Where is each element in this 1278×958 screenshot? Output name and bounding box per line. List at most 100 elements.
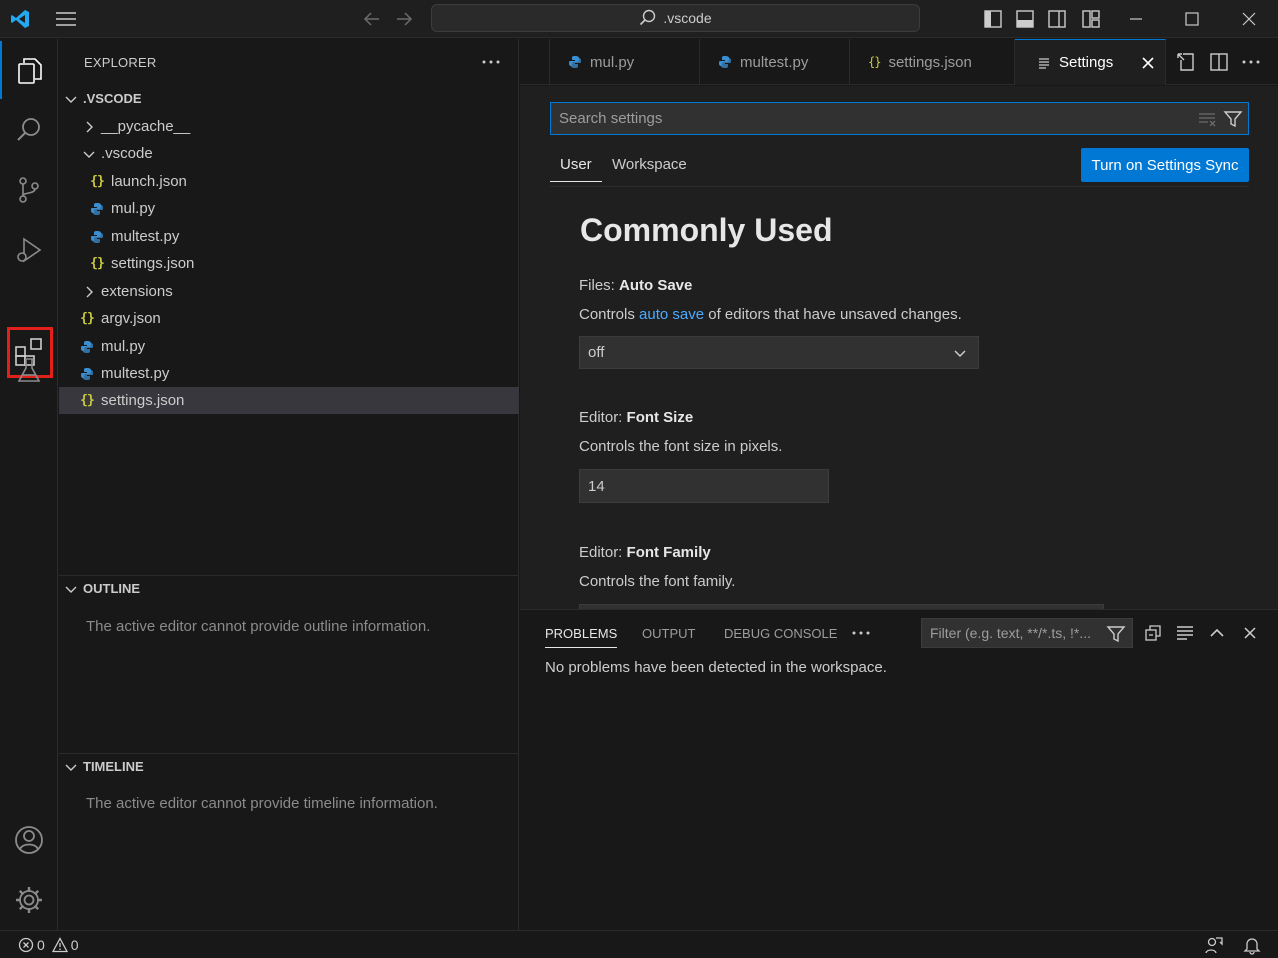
more-actions-icon[interactable] [479, 51, 503, 73]
feedback-icon[interactable] [1204, 935, 1224, 955]
manage-gear-icon[interactable] [0, 871, 58, 929]
tab-mul-py[interactable]: mul.py [550, 39, 700, 85]
vscode-logo-icon [8, 7, 32, 31]
scope-tabs-divider [550, 186, 1249, 187]
error-icon [18, 937, 34, 953]
run-debug-icon[interactable] [0, 221, 58, 279]
chevron-down-icon [81, 146, 97, 162]
chevron-down-icon [63, 91, 79, 107]
tree-item-folder[interactable]: .vscode [59, 140, 519, 167]
tab-output[interactable]: OUTPUT [642, 626, 695, 641]
editor-tab-bar: mul.py multest.py {} settings.json Setti… [520, 39, 1278, 85]
tree-item-file[interactable]: {} settings.json [59, 250, 519, 277]
maximize-panel-icon[interactable] [1206, 622, 1228, 644]
chevron-down-icon [952, 345, 968, 361]
json-file-icon: {} [90, 256, 105, 271]
turn-on-settings-sync-button[interactable]: Turn on Settings Sync [1081, 148, 1249, 182]
toggle-panel-icon[interactable] [1014, 8, 1036, 30]
outline-message: The active editor cannot provide outline… [86, 618, 431, 635]
toggle-secondary-sidebar-icon[interactable] [1046, 8, 1068, 30]
filter-icon[interactable] [1223, 109, 1243, 129]
outline-section-header[interactable]: OUTLINE [59, 575, 519, 601]
search-settings-input[interactable]: Search settings [550, 102, 1249, 135]
close-panel-icon[interactable] [1239, 622, 1261, 644]
section-heading: Commonly Used [580, 212, 833, 248]
arrow-right-icon[interactable] [392, 8, 416, 30]
tab-multest-py[interactable]: multest.py [700, 39, 850, 85]
testing-icon[interactable] [0, 341, 58, 399]
tab-debug-console[interactable]: DEBUG CONSOLE [724, 626, 837, 641]
python-file-icon [568, 55, 582, 69]
tree-item-file-selected[interactable]: {} settings.json [59, 387, 519, 414]
command-center[interactable]: .vscode [431, 4, 920, 32]
view-as-list-icon[interactable] [1174, 622, 1196, 644]
sidebar-title: EXPLORER [84, 55, 157, 70]
status-bar: 0 0 [0, 930, 1278, 958]
python-file-icon [89, 201, 105, 217]
chevron-down-icon [63, 759, 79, 775]
tree-item-folder[interactable]: __pycache__ [59, 113, 519, 140]
collapse-all-icon[interactable] [1142, 622, 1164, 644]
python-file-icon [89, 229, 105, 245]
chevron-right-icon [81, 119, 97, 135]
more-panel-tabs-icon[interactable] [850, 622, 872, 644]
split-editor-icon[interactable] [1208, 51, 1230, 73]
close-icon[interactable] [1235, 6, 1263, 32]
source-control-icon[interactable] [0, 161, 58, 219]
json-file-icon: {} [868, 55, 881, 69]
tree-item-file[interactable]: multest.py [59, 223, 519, 250]
explorer-sidebar: EXPLORER .VSCODE __pycache__ .vscode {} … [59, 39, 519, 930]
setting-desc-font-size: Controls the font size in pixels. [579, 438, 783, 455]
accounts-icon[interactable] [0, 811, 58, 869]
python-file-icon [79, 339, 95, 355]
auto-save-select[interactable]: off [579, 336, 979, 369]
setting-title-auto-save: Files: Auto Save [579, 277, 693, 294]
chevron-down-icon [63, 581, 79, 597]
minimize-icon[interactable] [1122, 6, 1150, 32]
setting-desc-font-family: Controls the font family. [579, 573, 736, 590]
tree-item-folder[interactable]: extensions [59, 278, 519, 305]
filter-icon[interactable] [1106, 624, 1126, 644]
problems-message: No problems have been detected in the wo… [545, 659, 887, 676]
tree-item-file[interactable]: {} argv.json [59, 305, 519, 332]
tab-settings[interactable]: Settings [1015, 39, 1166, 85]
menu-icon[interactable] [54, 8, 78, 30]
timeline-section-header[interactable]: TIMELINE [59, 753, 519, 779]
python-file-icon [79, 366, 95, 382]
python-file-icon [718, 55, 732, 69]
tree-item-file[interactable]: multest.py [59, 360, 519, 387]
arrow-left-icon[interactable] [360, 8, 384, 30]
notifications-bell-icon[interactable] [1242, 935, 1262, 955]
font-size-input[interactable]: 14 [579, 469, 829, 503]
clear-filter-icon[interactable] [1197, 109, 1217, 129]
json-file-icon: {} [80, 393, 95, 408]
command-center-label: .vscode [663, 10, 712, 26]
auto-save-link[interactable]: auto save [639, 306, 704, 323]
setting-title-font-family: Editor: Font Family [579, 544, 711, 561]
explorer-icon[interactable] [0, 41, 58, 99]
problems-filter-input[interactable]: Filter (e.g. text, **/*.ts, !*... [921, 618, 1133, 648]
tree-item-file[interactable]: mul.py [59, 195, 519, 222]
tab-user[interactable]: User [550, 156, 602, 182]
tab-settings-json[interactable]: {} settings.json [850, 39, 1015, 85]
json-file-icon: {} [80, 311, 95, 326]
toggle-primary-sidebar-icon[interactable] [982, 8, 1004, 30]
close-tab-icon[interactable] [1139, 54, 1157, 72]
setting-desc-auto-save: Controls auto save of editors that have … [579, 306, 962, 323]
explorer-root-folder[interactable]: .VSCODE [59, 85, 519, 112]
problems-status[interactable]: 0 0 [18, 937, 79, 953]
tree-item-file[interactable]: {} launch.json [59, 168, 519, 195]
search-icon [639, 9, 657, 27]
tab-workspace[interactable]: Workspace [612, 156, 687, 173]
tree-item-file[interactable]: mul.py [59, 333, 519, 360]
title-bar: .vscode [0, 0, 1278, 38]
json-file-icon: {} [90, 174, 105, 189]
tab-problems[interactable]: PROBLEMS [545, 626, 618, 648]
error-count: 0 [37, 936, 45, 953]
search-icon[interactable] [0, 101, 58, 159]
customize-layout-icon[interactable] [1080, 8, 1102, 30]
open-settings-json-icon[interactable] [1175, 51, 1197, 73]
maximize-icon[interactable] [1178, 6, 1206, 32]
more-actions-icon[interactable] [1240, 51, 1262, 73]
activity-bar [0, 39, 58, 930]
